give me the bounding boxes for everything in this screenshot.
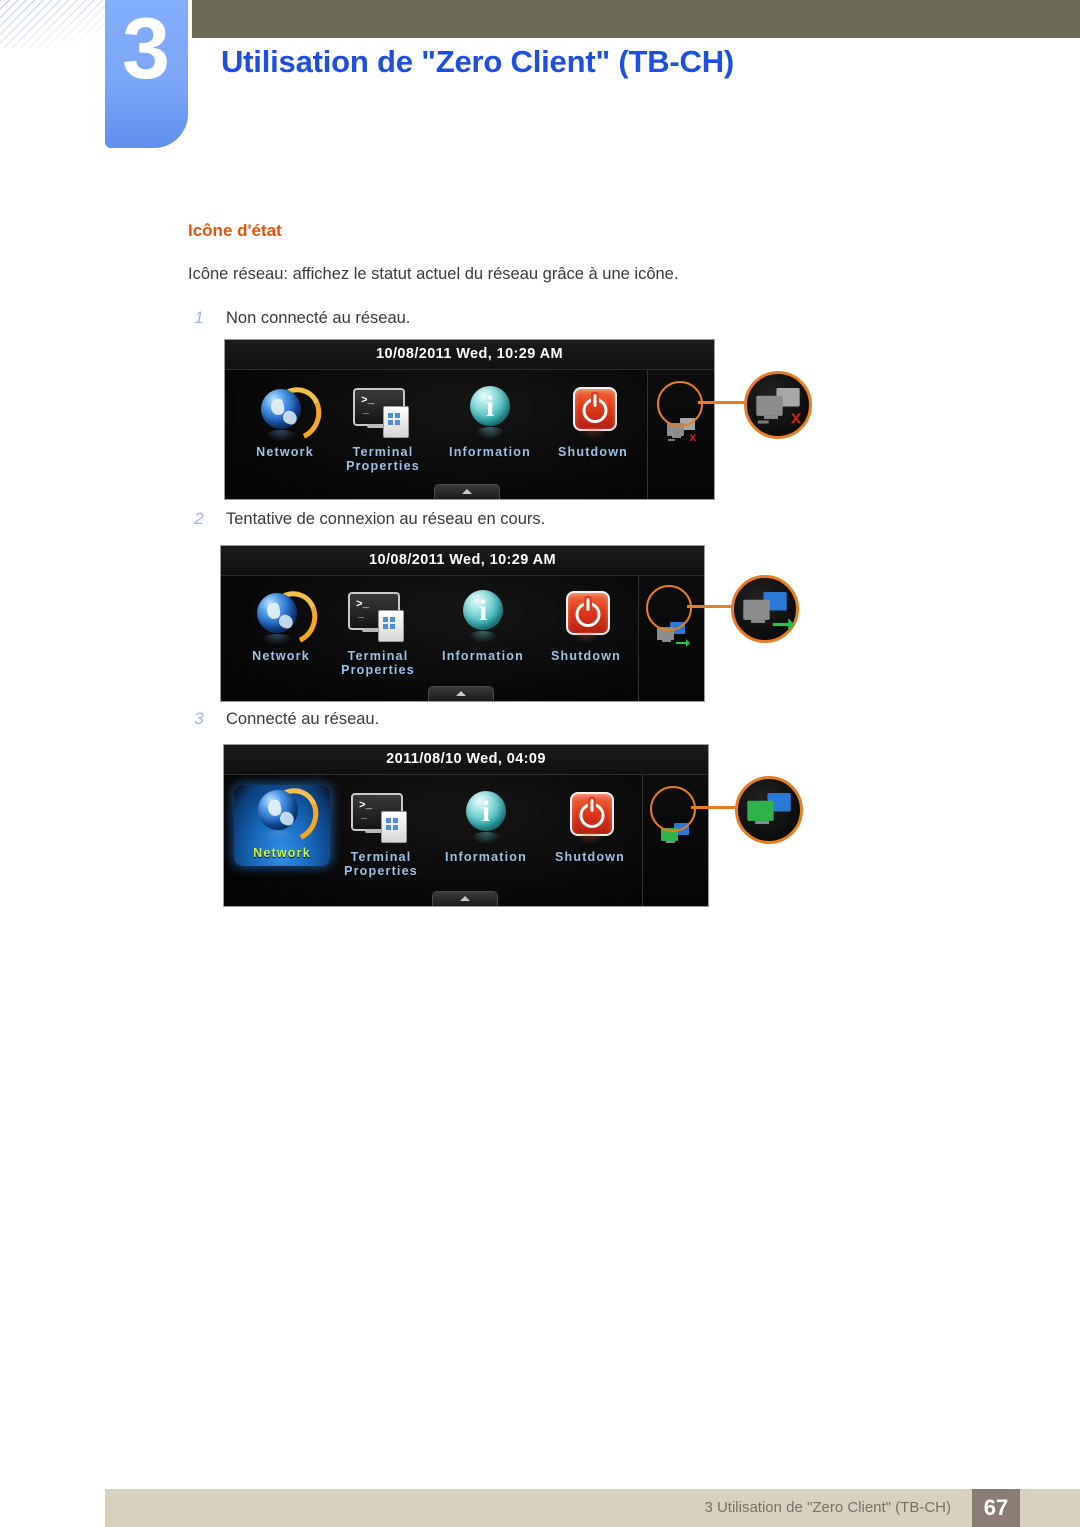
page-number-box: 67 bbox=[972, 1489, 1020, 1527]
clock-label: 2011/08/10 Wed, 04:09 bbox=[224, 745, 708, 775]
launcher-label-line2: Properties bbox=[341, 663, 415, 677]
green-arrow-icon bbox=[772, 618, 795, 631]
monitor-base bbox=[764, 415, 778, 419]
callout-zoom-network-connected bbox=[735, 776, 803, 844]
launcher-label: Shutdown bbox=[554, 850, 625, 864]
network-connecting-icon-zoom bbox=[743, 591, 795, 631]
launcher-network[interactable]: Network bbox=[237, 379, 333, 459]
terminal-properties-icon: >_ _ bbox=[330, 384, 436, 442]
zero-client-screenshot-connected: 2011/08/10 Wed, 04:09 Network >_ _ Termi… bbox=[223, 744, 813, 908]
launcher-label: Network bbox=[252, 649, 310, 663]
launcher-label: Shutdown bbox=[557, 445, 628, 459]
green-arrow-icon bbox=[676, 639, 690, 647]
zero-client-panel: 10/08/2011 Wed, 10:29 AM Network >_ _ Te… bbox=[220, 545, 705, 702]
monitor-base bbox=[751, 619, 765, 623]
intro-paragraph: Icône réseau: affichez le statut actuel … bbox=[188, 265, 679, 283]
callout-connector bbox=[691, 806, 739, 809]
launcher-label: Shutdown bbox=[550, 649, 621, 663]
status-badge: x bbox=[790, 406, 802, 429]
step-number: 1 bbox=[194, 308, 204, 327]
terminal-properties-icon: >_ _ bbox=[325, 588, 431, 646]
launcher-label-line1: Terminal bbox=[350, 850, 412, 864]
launcher-label-line1: Terminal bbox=[352, 445, 414, 459]
chapter-badge: 3 bbox=[105, 0, 188, 148]
launcher-label: Information bbox=[449, 445, 531, 459]
globe-icon bbox=[233, 583, 329, 653]
launcher-information[interactable]: i Information bbox=[427, 588, 539, 663]
callout-connector bbox=[687, 605, 735, 608]
monitor-front bbox=[756, 395, 783, 416]
panel-collapse-tab[interactable] bbox=[434, 484, 500, 499]
launcher-shutdown[interactable]: Shutdown bbox=[543, 384, 643, 459]
launcher-shutdown[interactable]: Shutdown bbox=[536, 588, 636, 663]
clock-label: 10/08/2011 Wed, 10:29 AM bbox=[225, 340, 714, 370]
callout-ring-source bbox=[650, 786, 696, 832]
callout-zoom-network-disconnected: x bbox=[744, 371, 812, 439]
chevron-up-icon bbox=[462, 489, 472, 494]
section-heading: Icône d'état bbox=[188, 221, 282, 240]
monitor-front bbox=[743, 599, 770, 620]
chevron-up-icon bbox=[460, 896, 470, 901]
information-icon: i bbox=[434, 384, 546, 442]
step-number: 3 bbox=[194, 709, 204, 728]
launcher-label: Information bbox=[445, 850, 527, 864]
step-text: Non connecté au réseau. bbox=[226, 309, 411, 327]
terminal-properties-icon: >_ _ bbox=[328, 789, 434, 847]
launcher-shutdown[interactable]: Shutdown bbox=[540, 789, 640, 864]
zero-client-panel: 10/08/2011 Wed, 10:29 AM x Network >_ _ … bbox=[224, 339, 715, 500]
power-icon bbox=[540, 789, 640, 847]
information-icon: i bbox=[427, 588, 539, 646]
zero-client-panel: 2011/08/10 Wed, 04:09 Network >_ _ Termi… bbox=[223, 744, 709, 907]
status-badge: x bbox=[689, 430, 696, 444]
zero-client-screenshot-connecting: 10/08/2011 Wed, 10:29 AM Network >_ _ Te… bbox=[220, 545, 810, 705]
launcher-terminal-properties[interactable]: >_ _ Terminal Properties bbox=[328, 789, 434, 878]
monitor-base bbox=[755, 820, 769, 824]
globe-icon bbox=[234, 780, 330, 850]
launcher-network[interactable]: Network bbox=[234, 780, 330, 866]
corner-hatch-decoration bbox=[0, 0, 108, 48]
monitor-plug bbox=[668, 439, 675, 441]
power-icon bbox=[543, 384, 643, 442]
callout-ring-source bbox=[646, 585, 692, 631]
page-number: 67 bbox=[983, 1495, 1009, 1520]
zero-client-screenshot-not-connected: 10/08/2011 Wed, 10:29 AM x Network >_ _ … bbox=[224, 339, 814, 500]
monitor-plug bbox=[757, 420, 769, 424]
chapter-number: 3 bbox=[122, 1, 170, 97]
launcher-terminal-properties[interactable]: >_ _ Terminal Properties bbox=[330, 384, 436, 473]
step-text: Connecté au réseau. bbox=[226, 710, 380, 728]
launcher-terminal-properties[interactable]: >_ _ Terminal Properties bbox=[325, 588, 431, 677]
information-icon: i bbox=[430, 789, 542, 847]
launcher-information[interactable]: i Information bbox=[434, 384, 546, 459]
launcher-label: Network bbox=[256, 445, 314, 459]
launcher-label-line1: Terminal bbox=[347, 649, 409, 663]
monitor-front bbox=[747, 800, 774, 821]
clock-label: 10/08/2011 Wed, 10:29 AM bbox=[221, 546, 704, 576]
network-connected-icon-zoom bbox=[747, 792, 791, 827]
header-olive-bar bbox=[192, 0, 1080, 38]
step-number: 2 bbox=[194, 509, 204, 528]
launcher-label-line2: Properties bbox=[346, 459, 420, 473]
launcher-label: Network bbox=[253, 846, 311, 860]
monitor-base bbox=[666, 841, 675, 843]
chapter-title: Utilisation de "Zero Client" (TB-CH) bbox=[221, 44, 735, 79]
launcher-label-line2: Properties bbox=[344, 864, 418, 878]
monitor-base bbox=[672, 436, 681, 438]
footer-breadcrumb: 3 Utilisation de "Zero Client" (TB-CH) bbox=[704, 1499, 951, 1516]
callout-connector bbox=[698, 401, 748, 404]
monitor-base bbox=[662, 640, 671, 642]
callout-ring-source bbox=[657, 381, 703, 427]
launcher-information[interactable]: i Information bbox=[430, 789, 542, 864]
globe-icon bbox=[237, 379, 333, 449]
network-disconnected-icon-zoom: x bbox=[756, 387, 801, 427]
chevron-up-icon bbox=[456, 691, 466, 696]
power-icon bbox=[536, 588, 636, 646]
panel-collapse-tab[interactable] bbox=[432, 891, 498, 906]
panel-collapse-tab[interactable] bbox=[428, 686, 494, 701]
step-text: Tentative de connexion au réseau en cour… bbox=[226, 510, 546, 528]
launcher-network[interactable]: Network bbox=[233, 583, 329, 663]
launcher-label: Information bbox=[442, 649, 524, 663]
callout-zoom-network-connecting bbox=[731, 575, 799, 643]
